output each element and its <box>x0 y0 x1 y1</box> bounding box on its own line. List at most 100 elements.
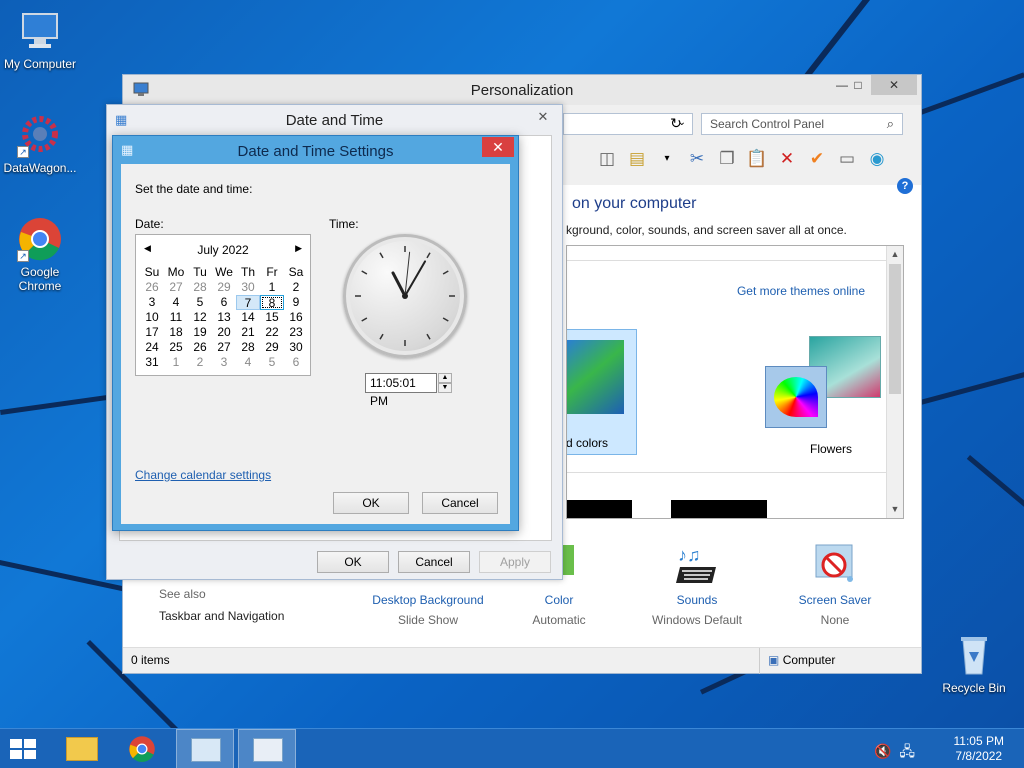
vertical-scrollbar[interactable]: ▲ ▼ <box>886 246 903 518</box>
calendar-day[interactable]: 16 <box>284 310 308 325</box>
taskbar-control-panel[interactable] <box>176 729 234 768</box>
ok-button[interactable]: OK <box>333 492 409 514</box>
calendar-day[interactable]: 10 <box>140 310 164 325</box>
cut-icon[interactable]: ✂ <box>685 147 709 171</box>
apply-button[interactable]: Apply <box>479 551 551 573</box>
refresh-icon[interactable]: ↻ <box>666 115 686 135</box>
check-icon[interactable]: ✔ <box>805 147 829 171</box>
calendar-day[interactable]: 8 <box>260 295 284 310</box>
desktop-icon-datawagon[interactable]: ↗ DataWagon... <box>0 112 80 175</box>
calendar-day[interactable]: 22 <box>260 325 284 340</box>
calendar-day[interactable]: 28 <box>236 340 260 355</box>
chrome-icon <box>129 736 155 762</box>
calendar-day[interactable]: 26 <box>140 280 164 295</box>
windows-start-icon[interactable] <box>10 739 38 759</box>
calendar-day[interactable]: 29 <box>212 280 236 295</box>
calendar-day[interactable]: 30 <box>236 280 260 295</box>
cancel-button[interactable]: Cancel <box>422 492 498 514</box>
theme-item-flowers[interactable]: Flowers <box>763 336 893 456</box>
calendar-day[interactable]: 6 <box>212 295 236 310</box>
calendar-day[interactable]: 15 <box>260 310 284 325</box>
theme-item-colors[interactable]: d colors <box>567 329 637 455</box>
calendar-day[interactable]: 26 <box>188 340 212 355</box>
wallpaper-line <box>920 72 1024 115</box>
calendar-month-year[interactable]: July 2022 <box>136 243 310 257</box>
taskbar-chrome[interactable] <box>114 729 172 768</box>
calendar-day[interactable]: 1 <box>260 280 284 295</box>
screen-saver-item[interactable]: Screen Saver None <box>770 541 900 627</box>
get-more-themes-link[interactable]: Get more themes online <box>737 284 865 298</box>
calendar-day[interactable]: 30 <box>284 340 308 355</box>
calendar-day[interactable]: 6 <box>284 355 308 370</box>
chevron-down-icon[interactable]: ▾ <box>655 147 679 171</box>
calendar-day[interactable]: 14 <box>236 310 260 325</box>
desktop-icon-recycle-bin[interactable]: Recycle Bin <box>934 632 1014 695</box>
sounds-item[interactable]: ♪♫ Sounds Windows Default <box>632 541 762 627</box>
status-location-label: Computer <box>782 653 836 667</box>
time-down-icon[interactable]: ▼ <box>438 383 452 393</box>
close-button[interactable]: ✕ <box>530 108 556 126</box>
calendar-day[interactable]: 12 <box>188 310 212 325</box>
network-icon[interactable]: 🖧 <box>899 743 915 759</box>
calendar-day[interactable]: 5 <box>260 355 284 370</box>
delete-icon[interactable]: ✕ <box>775 147 799 171</box>
paste-icon[interactable]: 📋 <box>745 147 769 171</box>
desktop-icon-my-computer[interactable]: My Computer <box>0 8 80 71</box>
scroll-thumb[interactable] <box>889 264 901 394</box>
calendar-day[interactable]: 4 <box>236 355 260 370</box>
search-icon[interactable]: ⌕ <box>887 116 894 132</box>
calendar-day[interactable]: 1 <box>164 355 188 370</box>
clock-tray[interactable]: 11:05 PM 7/8/2022 <box>954 734 1004 764</box>
close-button[interactable]: ✕ <box>871 75 917 95</box>
calendar-day[interactable]: 23 <box>284 325 308 340</box>
close-button[interactable]: ✕ <box>482 137 514 157</box>
calendar-day[interactable]: 21 <box>236 325 260 340</box>
calendar-day[interactable]: 19 <box>188 325 212 340</box>
layout-icon[interactable]: ◫ <box>595 147 619 171</box>
calendar-day[interactable]: 5 <box>188 295 212 310</box>
desktop-icon-google-chrome[interactable]: ↗ Google Chrome <box>0 216 80 293</box>
calendar-day[interactable]: 27 <box>164 280 188 295</box>
calendar-day[interactable]: 17 <box>140 325 164 340</box>
calendar-icon <box>253 738 283 762</box>
taskbar-navigation-link[interactable]: Taskbar and Navigation <box>159 609 284 623</box>
next-month-icon[interactable]: ▶ <box>295 243 302 254</box>
change-calendar-settings-link[interactable]: Change calendar settings <box>135 468 271 482</box>
volume-muted-icon[interactable]: 🔇 <box>874 743 891 759</box>
calendar-day[interactable]: 28 <box>188 280 212 295</box>
calendar-day[interactable]: 7 <box>236 295 260 310</box>
copy-icon[interactable]: ❐ <box>715 147 739 171</box>
calendar-day[interactable]: 20 <box>212 325 236 340</box>
cancel-button[interactable]: Cancel <box>398 551 470 573</box>
calendar-day[interactable]: 24 <box>140 340 164 355</box>
calendar-day[interactable]: 13 <box>212 310 236 325</box>
help-icon[interactable]: ? <box>897 178 913 194</box>
taskbar-date-time[interactable] <box>238 729 296 768</box>
calendar-day[interactable]: 4 <box>164 295 188 310</box>
calendar-day[interactable]: 25 <box>164 340 188 355</box>
globe-icon[interactable]: ◉ <box>865 147 889 171</box>
rename-icon[interactable]: ▭ <box>835 147 859 171</box>
calendar-day[interactable]: 27 <box>212 340 236 355</box>
calendar-day[interactable]: 2 <box>284 280 308 295</box>
desktop-icon-label: My Computer <box>3 57 77 71</box>
ok-button[interactable]: OK <box>317 551 389 573</box>
calendar-day[interactable]: 18 <box>164 325 188 340</box>
maximize-button[interactable]: □ <box>843 75 873 95</box>
calendar-day[interactable]: 2 <box>188 355 212 370</box>
time-up-icon[interactable]: ▲ <box>438 373 452 383</box>
calendar-day[interactable]: 3 <box>212 355 236 370</box>
calendar-day[interactable]: 29 <box>260 340 284 355</box>
scroll-down-icon[interactable]: ▼ <box>887 501 903 518</box>
calendar-day[interactable]: 31 <box>140 355 164 370</box>
calendar-day[interactable]: 9 <box>284 295 308 310</box>
time-input[interactable]: 11:05:01 PM <box>365 373 437 408</box>
calendar-day[interactable]: 3 <box>140 295 164 310</box>
scroll-up-icon[interactable]: ▲ <box>887 246 903 263</box>
svg-text:♪♫: ♪♫ <box>678 545 701 565</box>
calendar-day[interactable]: 11 <box>164 310 188 325</box>
properties-icon[interactable]: ▤ <box>625 147 649 171</box>
taskbar-file-explorer[interactable] <box>52 729 110 768</box>
instruction-text: Set the date and time: <box>135 182 253 196</box>
search-input[interactable]: Search Control Panel ⌕ <box>701 113 903 135</box>
